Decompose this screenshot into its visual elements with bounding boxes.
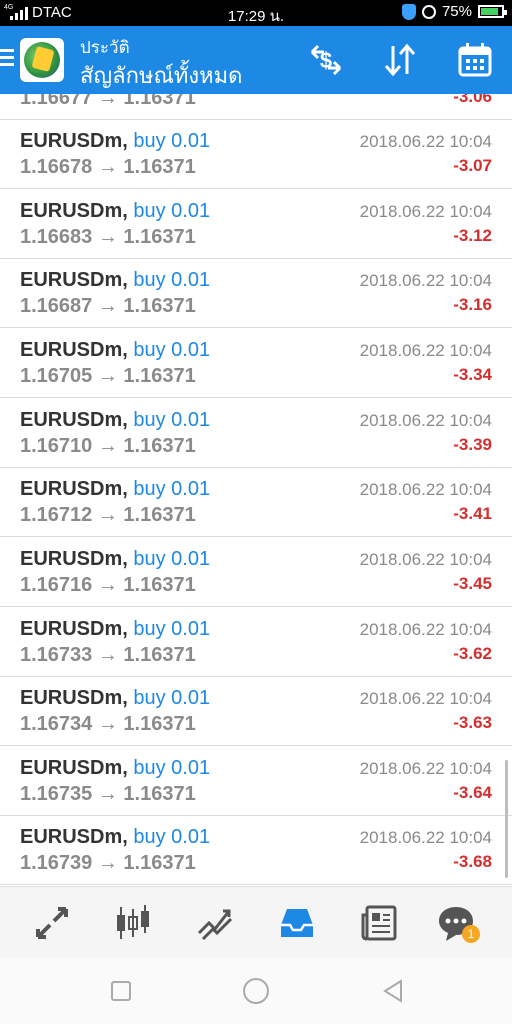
trade-symbol: EURUSDm, buy 0.01	[20, 269, 211, 291]
page-title[interactable]: สัญลักษณ์ทั้งหมด	[80, 58, 242, 93]
quotes-icon[interactable]	[30, 901, 74, 945]
trade-date: 2018.06.22 10:04	[359, 411, 492, 430]
status-right: 75%	[401, 3, 507, 20]
trade-profit: -3.07	[453, 156, 492, 175]
history-icon[interactable]	[275, 901, 319, 945]
trade-profit: -3.16	[453, 295, 492, 314]
app-logo[interactable]	[20, 38, 64, 82]
sort-icon[interactable]	[380, 40, 420, 80]
trade-prices: 1.16678 → 1.16371	[20, 156, 196, 178]
trade-symbol: EURUSDm, buy 0.01	[20, 757, 211, 779]
list-item[interactable]: EURUSDm, buy 0.01 1.16683 → 1.16371 2018…	[0, 190, 512, 259]
list-item[interactable]: EURUSDm, buy 0.01 1.16710 → 1.16371 2018…	[0, 399, 512, 468]
trade-date: 2018.06.22 10:04	[359, 271, 492, 290]
trade-symbol: EURUSDm, buy 0.01	[20, 687, 211, 709]
status-bar: 4G DTAC 17:29 น. 75%	[0, 0, 512, 26]
calendar-icon[interactable]	[455, 40, 495, 80]
back-icon[interactable]	[378, 976, 408, 1006]
trade-prices: 1.16687 → 1.16371	[20, 295, 196, 317]
trade-prices: 1.16733 → 1.16371	[20, 644, 196, 666]
trade-profit: -3.12	[453, 226, 492, 245]
trade-prices: 1.16710 → 1.16371	[20, 435, 196, 457]
trade-date: 2018.06.22 10:04	[359, 132, 492, 151]
trade-profit: -3.45	[453, 574, 492, 593]
trade-date: 2018.06.22 10:04	[359, 620, 492, 639]
trade-prices: 1.16683 → 1.16371	[20, 226, 196, 248]
trade-symbol: EURUSDm, buy 0.01	[20, 618, 211, 640]
list-item[interactable]: EURUSDm, buy 0.01 1.16678 → 1.16371 2018…	[0, 120, 512, 189]
page-subtitle: ประวัติ	[80, 38, 130, 57]
trade-history-list[interactable]: 1.16677 → 1.16371 -3.06 EURUSDm, buy 0.0…	[0, 94, 512, 886]
news-icon[interactable]	[357, 901, 401, 945]
trade-prices: 1.16739 → 1.16371	[20, 852, 196, 874]
trade-date: 2018.06.22 10:04	[359, 759, 492, 778]
trade-prices: 1.16735 → 1.16371	[20, 783, 196, 805]
trade-symbol: EURUSDm, buy 0.01	[20, 548, 211, 570]
trade-profit: -3.06	[453, 94, 492, 106]
chart-icon[interactable]	[111, 901, 155, 945]
list-item[interactable]: EURUSDm, buy 0.01 1.16687 → 1.16371 2018…	[0, 259, 512, 328]
currency-exchange-icon[interactable]: $	[306, 40, 346, 80]
list-item[interactable]: EURUSDm, buy 0.01 1.16734 → 1.16371 2018…	[0, 677, 512, 746]
trade-date: 2018.06.22 10:04	[359, 480, 492, 499]
list-item[interactable]: EURUSDm, buy 0.01 1.16705 → 1.16371 2018…	[0, 329, 512, 398]
list-item[interactable]: EURUSDm, buy 0.01 1.16739 → 1.16371 2018…	[0, 816, 512, 885]
trade-prices: 1.16705 → 1.16371	[20, 365, 196, 387]
trade-prices: 1.16716 → 1.16371	[20, 574, 196, 596]
app-bar: ประวัติ สัญลักษณ์ทั้งหมด $	[0, 26, 512, 94]
battery-icon	[478, 5, 507, 18]
trade-prices: 1.16734 → 1.16371	[20, 713, 196, 735]
trade-profit: -3.34	[453, 365, 492, 384]
bottom-navigation: 1	[0, 886, 512, 958]
list-item[interactable]: EURUSDm, buy 0.01 1.16735 → 1.16371 2018…	[0, 747, 512, 816]
trade-date: 2018.06.22 10:04	[359, 828, 492, 847]
shield-icon	[401, 3, 416, 20]
chat-badge: 1	[462, 925, 480, 943]
trade-profit: -3.39	[453, 435, 492, 454]
home-icon[interactable]	[241, 976, 271, 1006]
list-item[interactable]: EURUSDm, buy 0.01 1.16733 → 1.16371 2018…	[0, 608, 512, 677]
trade-symbol: EURUSDm, buy 0.01	[20, 130, 211, 152]
trade-symbol: EURUSDm, buy 0.01	[20, 200, 211, 222]
trade-profit: -3.63	[453, 713, 492, 732]
list-item[interactable]: EURUSDm, buy 0.01 1.16716 → 1.16371 2018…	[0, 538, 512, 607]
trade-profit: -3.41	[453, 504, 492, 523]
trade-icon[interactable]	[193, 901, 237, 945]
list-item[interactable]: EURUSDm, buy 0.01 1.16712 → 1.16371 2018…	[0, 468, 512, 537]
trade-date: 2018.06.22 10:04	[359, 202, 492, 221]
trade-date: 2018.06.22 10:04	[359, 689, 492, 708]
trade-symbol: EURUSDm, buy 0.01	[20, 339, 211, 361]
chat-icon[interactable]: 1	[434, 901, 480, 945]
system-navigation-bar	[0, 958, 512, 1024]
list-scrollbar[interactable]	[505, 760, 508, 878]
trade-symbol: EURUSDm, buy 0.01	[20, 826, 211, 848]
trade-date: 2018.06.22 10:04	[359, 341, 492, 360]
trade-prices: 1.16712 → 1.16371	[20, 504, 196, 526]
recent-apps-icon[interactable]	[106, 976, 136, 1006]
trade-prices: 1.16677 → 1.16371	[20, 94, 196, 109]
menu-icon[interactable]	[0, 49, 14, 70]
trade-symbol: EURUSDm, buy 0.01	[20, 409, 211, 431]
trade-symbol: EURUSDm, buy 0.01	[20, 478, 211, 500]
trade-profit: -3.68	[453, 852, 492, 871]
trade-profit: -3.62	[453, 644, 492, 663]
trade-profit: -3.64	[453, 783, 492, 802]
battery-percent: 75%	[441, 3, 472, 20]
trade-date: 2018.06.22 10:04	[359, 550, 492, 569]
list-item[interactable]: 1.16677 → 1.16371 -3.06	[0, 94, 512, 120]
data-saver-icon	[421, 4, 436, 19]
